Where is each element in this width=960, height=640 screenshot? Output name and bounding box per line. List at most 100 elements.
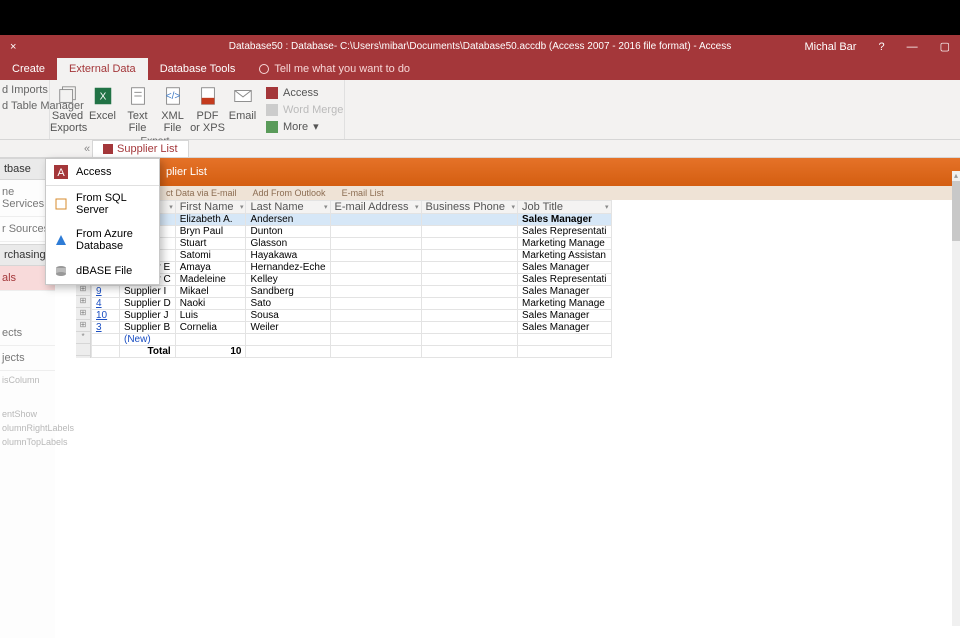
cell-phone[interactable] [421,310,518,322]
cell-company[interactable]: Supplier J [120,310,176,322]
row-selector[interactable]: ⊞ [76,284,90,296]
cell-job-title[interactable]: Marketing Assistan [518,250,612,262]
cell-last-name[interactable]: Sato [246,298,330,310]
cell-first-name[interactable]: Bryn Paul [175,226,246,238]
tell-me-search[interactable]: Tell me what you want to do [247,58,422,80]
cell-first-name[interactable]: Madeleine [175,274,246,286]
cell-last-name[interactable]: Sandberg [246,286,330,298]
cell-last-name[interactable]: Hayakawa [246,250,330,262]
form-action-collect-email[interactable]: ct Data via E-mail [166,188,237,198]
vertical-scrollbar[interactable]: ▴ [952,171,960,626]
cell-phone[interactable] [421,322,518,334]
table-row[interactable]: 8Supplier CMadeleineKelleySales Represen… [92,274,612,286]
cell-first-name[interactable]: Amaya [175,262,246,274]
cell-phone[interactable] [421,214,518,226]
close-back-icon[interactable]: × [10,41,16,53]
cell-first-name[interactable]: Cornelia [175,322,246,334]
scroll-up-icon[interactable]: ▴ [952,171,960,181]
form-action-add-outlook[interactable]: Add From Outlook [253,188,326,198]
table-row[interactable]: 1Elizabeth A.AndersenSales Manager [92,214,612,226]
cell-phone[interactable] [421,262,518,274]
cell-email[interactable] [330,274,421,286]
table-row[interactable]: 7Supplier EAmayaHernandez-EcheSales Mana… [92,262,612,274]
table-row[interactable]: Bryn PaulDuntonSales Representati [92,226,612,238]
cell-first-name[interactable]: Luis [175,310,246,322]
export-text-button[interactable]: Text File [120,83,155,134]
col-first-name[interactable]: First Name▾ [175,201,246,214]
col-business-phone[interactable]: Business Phone▾ [421,201,518,214]
cell-last-name[interactable]: Glasson [246,238,330,250]
dropdown-item-sql-server[interactable]: From SQL Server [46,186,159,222]
cell-email[interactable] [330,262,421,274]
nav-item-ects[interactable]: ects [0,321,55,346]
cell-phone[interactable] [421,250,518,262]
cell-id[interactable]: 9 [92,286,120,298]
filter-dropdown-icon[interactable]: ▾ [415,203,419,211]
cell-job-title[interactable]: Sales Manager [518,310,612,322]
export-access-button[interactable]: Access [266,84,344,101]
cell-phone[interactable] [421,298,518,310]
table-row[interactable]: StuartGlasson Marketing Manage [92,238,612,250]
cell-id[interactable]: 10 [92,310,120,322]
col-last-name[interactable]: Last Name▾ [246,201,330,214]
tab-create[interactable]: Create [0,58,57,80]
cell-company[interactable]: Supplier I [120,286,176,298]
cell-id[interactable]: 3 [92,322,120,334]
export-pdf-button[interactable]: PDF or XPS [190,83,225,134]
cell-email[interactable] [330,286,421,298]
cell-job-title[interactable]: Marketing Manage [518,238,612,250]
cell-company[interactable]: Supplier B [120,322,176,334]
row-selector[interactable]: ⊞ [76,308,90,320]
table-row[interactable]: SatomiHayakawa Marketing Assistan [92,250,612,262]
export-xml-button[interactable]: </>XML File [155,83,190,134]
cell-first-name[interactable]: Satomi [175,250,246,262]
col-job-title[interactable]: Job Title▾ [518,201,612,214]
cell-first-name[interactable]: Mikael [175,286,246,298]
linked-table-manager-button[interactable]: d Table Manager [2,100,47,112]
cell-email[interactable] [330,238,421,250]
row-selector[interactable]: ⊞ [76,296,90,308]
cell-last-name[interactable]: Weiler [246,322,330,334]
export-more-button[interactable]: More ▾ [266,118,344,135]
cell-last-name[interactable]: Kelley [246,274,330,286]
tab-database-tools[interactable]: Database Tools [148,58,248,80]
cell-job-title[interactable]: Sales Manager [518,286,612,298]
cell-phone[interactable] [421,274,518,286]
cell-job-title[interactable]: Sales Manager [518,322,612,334]
filter-dropdown-icon[interactable]: ▾ [169,203,173,211]
filter-dropdown-icon[interactable]: ▾ [324,203,328,211]
export-email-button[interactable]: Email [225,83,260,134]
new-row-selector[interactable] [76,332,90,344]
col-email[interactable]: E-mail Address▾ [330,201,421,214]
cell-phone[interactable] [421,286,518,298]
help-icon[interactable]: ? [878,41,884,53]
cell-last-name[interactable]: Hernandez-Eche [246,262,330,274]
new-record-row[interactable]: (New) [92,334,612,346]
user-name[interactable]: Michal Bar [805,41,857,53]
cell-email[interactable] [330,214,421,226]
cell-last-name[interactable]: Sousa [246,310,330,322]
open-tab-supplier-list[interactable]: Supplier List [92,140,189,157]
total-row-selector[interactable] [76,344,90,356]
cell-email[interactable] [330,298,421,310]
tab-scroll-left-icon[interactable]: « [84,140,92,157]
cell-first-name[interactable]: Stuart [175,238,246,250]
cell-last-name[interactable]: Andersen [246,214,330,226]
cell-email[interactable] [330,250,421,262]
scroll-thumb[interactable] [952,181,960,241]
filter-dropdown-icon[interactable]: ▾ [240,203,244,211]
row-selector[interactable]: ⊞ [76,320,90,332]
table-row[interactable]: 4Supplier DNaokiSatoMarketing Manage [92,298,612,310]
table-row[interactable]: 9Supplier IMikaelSandberg Sales Manager [92,286,612,298]
export-excel-button[interactable]: XExcel [85,83,120,134]
saved-imports-button[interactable]: d Imports [2,84,47,96]
nav-item-jects[interactable]: jects [0,346,55,371]
saved-exports-button[interactable]: Saved Exports [50,83,85,134]
table-row[interactable]: 10Supplier JLuisSousa Sales Manager [92,310,612,322]
filter-dropdown-icon[interactable]: ▾ [512,203,516,211]
dropdown-item-dbase[interactable]: dBASE File [46,258,159,284]
cell-job-title[interactable]: Sales Representati [518,226,612,238]
cell-phone[interactable] [421,238,518,250]
tab-external-data[interactable]: External Data [57,58,148,80]
filter-dropdown-icon[interactable]: ▾ [605,203,609,211]
